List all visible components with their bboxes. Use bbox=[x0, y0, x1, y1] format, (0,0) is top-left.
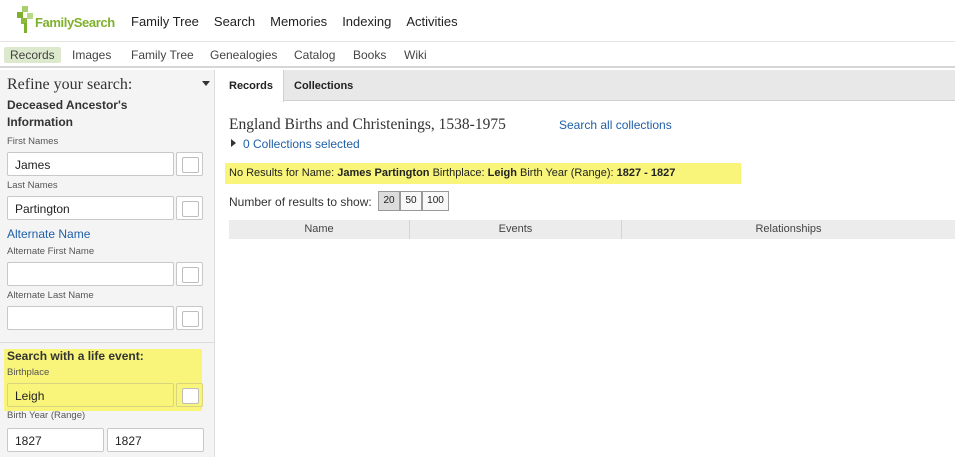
tab-collections[interactable]: Collections bbox=[284, 70, 363, 101]
column-name[interactable]: Name bbox=[229, 220, 410, 239]
nav-search[interactable]: Search bbox=[214, 14, 255, 29]
expand-triangle-icon[interactable] bbox=[231, 139, 236, 147]
alt-first-name-input[interactable] bbox=[7, 262, 174, 286]
family-tree-icon bbox=[17, 6, 33, 33]
search-all-collections-link[interactable]: Search all collections bbox=[559, 118, 672, 132]
no-results-name: James Partington bbox=[337, 167, 430, 179]
subnav-catalog[interactable]: Catalog bbox=[288, 47, 341, 63]
alt-last-name-input[interactable] bbox=[7, 306, 174, 330]
collapse-caret-icon[interactable] bbox=[202, 81, 210, 86]
results-20-button[interactable]: 20 bbox=[378, 191, 400, 211]
num-results-label: Number of results to show: bbox=[229, 195, 372, 209]
search-subnav: Records Images Family Tree Genealogies C… bbox=[0, 43, 955, 68]
birth-year-label: Birth Year (Range) bbox=[7, 410, 86, 421]
first-names-input[interactable]: James bbox=[7, 152, 174, 176]
birth-year-from-input[interactable]: 1827 bbox=[7, 428, 104, 452]
no-results-birth-year: 1827 - 1827 bbox=[616, 167, 676, 179]
refine-title: Refine your search: bbox=[7, 76, 133, 93]
subnav-wiki[interactable]: Wiki bbox=[398, 47, 433, 63]
collections-selected-link[interactable]: 0 Collections selected bbox=[243, 137, 360, 151]
nav-activities[interactable]: Activities bbox=[406, 14, 457, 29]
first-names-exact-checkbox[interactable] bbox=[176, 152, 203, 176]
no-results-message: No Results for Name: James Partington Bi… bbox=[225, 163, 741, 184]
results-tabs: Records Collections bbox=[219, 70, 955, 102]
alt-last-name-label: Alternate Last Name bbox=[7, 290, 94, 301]
tab-records[interactable]: Records bbox=[219, 70, 285, 102]
last-names-exact-checkbox[interactable] bbox=[176, 196, 203, 220]
top-nav: Family Tree Search Memories Indexing Act… bbox=[131, 14, 473, 29]
familysearch-logo[interactable]: FamilySearch bbox=[16, 5, 120, 37]
alt-first-name-exact-checkbox[interactable] bbox=[176, 262, 203, 286]
birthplace-exact-checkbox[interactable] bbox=[176, 383, 203, 407]
subnav-images[interactable]: Images bbox=[66, 47, 117, 63]
subnav-family-tree[interactable]: Family Tree bbox=[125, 47, 200, 63]
subnav-records[interactable]: Records bbox=[4, 47, 61, 63]
nav-memories[interactable]: Memories bbox=[270, 14, 327, 29]
ancestor-section-title: Deceased Ancestor's Information bbox=[7, 98, 128, 129]
no-results-birth-year-label: Birth Year (Range): bbox=[516, 167, 617, 179]
birth-year-to-input[interactable]: 1827 bbox=[107, 428, 204, 452]
no-results-birthplace: Leigh bbox=[487, 167, 517, 179]
logo-text: FamilySearch bbox=[35, 15, 115, 30]
subnav-books[interactable]: Books bbox=[347, 47, 392, 63]
sidebar-divider bbox=[0, 342, 215, 343]
subnav-genealogies[interactable]: Genealogies bbox=[204, 47, 283, 63]
alt-last-name-exact-checkbox[interactable] bbox=[176, 306, 203, 330]
first-names-label: First Names bbox=[7, 136, 59, 147]
life-event-title: Search with a life event: bbox=[7, 349, 144, 363]
collection-title: England Births and Christenings, 1538-19… bbox=[229, 116, 506, 133]
results-table-header: Name Events Relationships bbox=[229, 220, 955, 239]
column-events[interactable]: Events bbox=[410, 220, 622, 239]
alt-first-name-label: Alternate First Name bbox=[7, 246, 95, 257]
column-relationships[interactable]: Relationships bbox=[622, 220, 955, 239]
top-header: FamilySearch Family Tree Search Memories… bbox=[0, 0, 955, 42]
birthplace-input[interactable]: Leigh bbox=[7, 383, 174, 407]
nav-family-tree[interactable]: Family Tree bbox=[131, 14, 199, 29]
alternate-name-link[interactable]: Alternate Name bbox=[7, 227, 90, 241]
last-names-label: Last Names bbox=[7, 180, 58, 191]
nav-indexing[interactable]: Indexing bbox=[342, 14, 391, 29]
results-100-button[interactable]: 100 bbox=[422, 191, 449, 211]
no-results-prefix: No Results for Name: bbox=[229, 167, 338, 179]
last-names-input[interactable]: Partington bbox=[7, 196, 174, 220]
refine-search-sidebar: Refine your search: Deceased Ancestor's … bbox=[0, 70, 215, 457]
no-results-birthplace-label: Birthplace: bbox=[429, 167, 488, 179]
results-50-button[interactable]: 50 bbox=[400, 191, 422, 211]
birthplace-label: Birthplace bbox=[7, 367, 50, 378]
